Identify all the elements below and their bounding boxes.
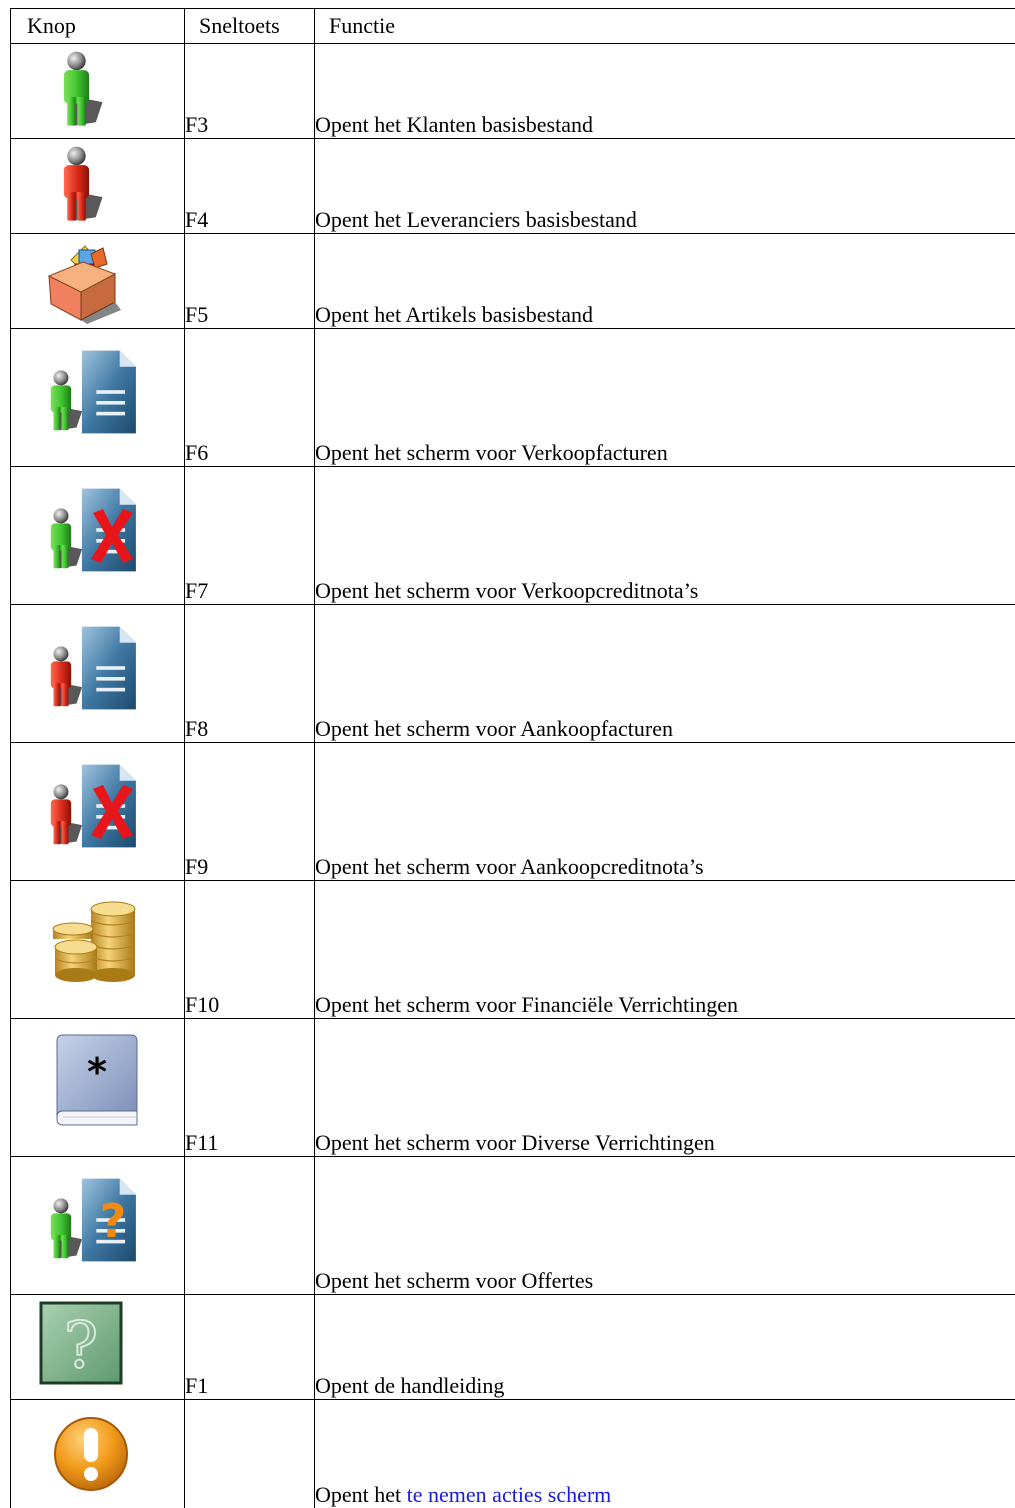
shortcut-key: F8 (185, 605, 315, 743)
shortcut-key: F7 (185, 467, 315, 605)
header-button: Knop (11, 9, 185, 44)
function-description: Opent het scherm voor Aankoopfacturen (315, 605, 1015, 743)
help-icon[interactable]: ? (39, 1301, 143, 1385)
svg-text:?: ? (64, 1309, 98, 1383)
sales-credit-note-icon[interactable] (41, 485, 145, 575)
function-description: Opent het te nemen acties scherm (315, 1400, 1015, 1508)
svg-text:*: * (87, 1050, 107, 1094)
shortcut-key: F1 (185, 1295, 315, 1400)
journal-book-icon[interactable]: * (51, 1033, 155, 1129)
table-row: F4 Opent het Leveranciers basisbestand (11, 139, 1015, 234)
shortcut-key (185, 1400, 315, 1508)
shortcut-key: F4 (185, 139, 315, 234)
header-shortcut: Sneltoets (185, 9, 315, 44)
table-row: F3 Opent het Klanten basisbestand (11, 44, 1015, 139)
function-description: Opent het scherm voor Aankoopcreditnota’… (315, 743, 1015, 881)
function-description: Opent de handleiding (315, 1295, 1015, 1400)
quote-icon[interactable]: ? (41, 1175, 145, 1265)
function-description: Opent het scherm voor Financiële Verrich… (315, 881, 1015, 1019)
purchase-invoice-icon[interactable] (41, 623, 145, 713)
red-person-icon[interactable] (41, 145, 145, 229)
function-description: Opent het scherm voor Offertes (315, 1157, 1015, 1295)
green-person-icon[interactable] (41, 50, 145, 134)
header-function: Functie (315, 9, 1015, 44)
svg-text:?: ? (100, 1194, 127, 1248)
table-row: F5 Opent het Artikels basisbestand (11, 234, 1015, 329)
table-row: Opent het te nemen acties scherm (11, 1400, 1015, 1508)
table-row: ? Opent het scherm voor Offertes (11, 1157, 1015, 1295)
shortcut-key: F9 (185, 743, 315, 881)
shortcut-key (185, 1157, 315, 1295)
shortcut-key: F5 (185, 234, 315, 329)
function-description: Opent het Artikels basisbestand (315, 234, 1015, 329)
function-description: Opent het scherm voor Verkoopcreditnota’… (315, 467, 1015, 605)
shortcut-key: F6 (185, 329, 315, 467)
shortcut-table: Knop Sneltoets Functie F3 Opent het Klan… (10, 8, 1015, 1508)
coins-icon[interactable] (51, 899, 155, 987)
purchase-credit-note-icon[interactable] (41, 761, 145, 851)
table-row: F9 Opent het scherm voor Aankoopcreditno… (11, 743, 1015, 881)
header-row: Knop Sneltoets Functie (11, 9, 1015, 44)
function-description: Opent het Klanten basisbestand (315, 44, 1015, 139)
function-description: Opent het scherm voor Verkoopfacturen (315, 329, 1015, 467)
table-row: F10 Opent het scherm voor Financiële Ver… (11, 881, 1015, 1019)
product-box-icon[interactable] (41, 240, 145, 324)
shortcut-key: F11 (185, 1019, 315, 1157)
alert-icon[interactable] (51, 1414, 155, 1494)
sales-invoice-icon[interactable] (41, 347, 145, 437)
table-row: * F11 Opent het scherm voor Diverse Verr… (11, 1019, 1015, 1157)
shortcut-key: F10 (185, 881, 315, 1019)
table-row: F6 Opent het scherm voor Verkoopfacturen (11, 329, 1015, 467)
function-description: Opent het Leveranciers basisbestand (315, 139, 1015, 234)
table-row: ? F1 Opent de handleiding (11, 1295, 1015, 1400)
function-description: Opent het scherm voor Diverse Verrichtin… (315, 1019, 1015, 1157)
table-row: F7 Opent het scherm voor Verkoopcreditno… (11, 467, 1015, 605)
table-row: F8 Opent het scherm voor Aankoopfacturen (11, 605, 1015, 743)
shortcut-key: F3 (185, 44, 315, 139)
